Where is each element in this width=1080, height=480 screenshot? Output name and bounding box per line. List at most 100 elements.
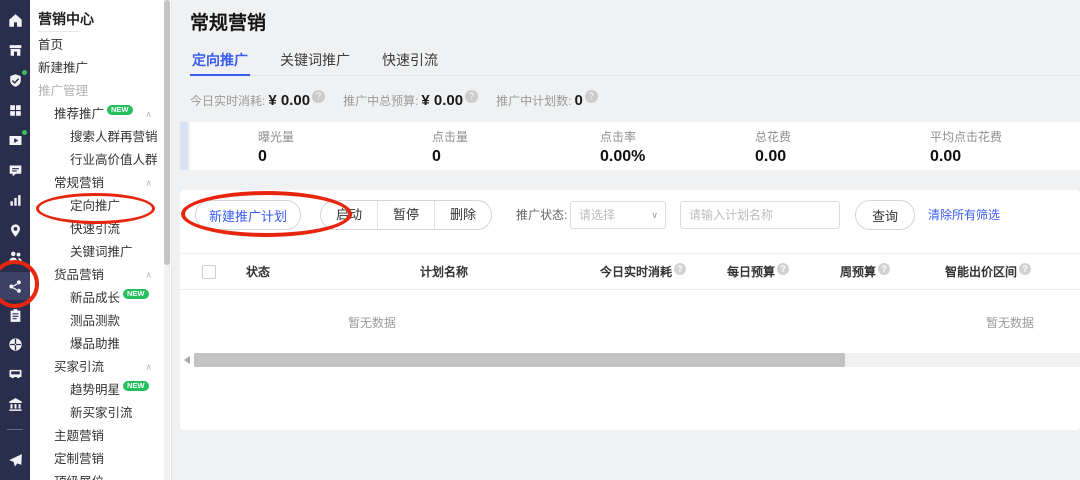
help-icon[interactable]: ? [584,89,598,103]
sidebar-item[interactable]: 快速引流 [30,218,164,241]
help-icon[interactable]: ? [878,263,891,275]
help-icon[interactable]: ? [1019,263,1032,275]
help-icon[interactable]: ? [777,263,790,275]
clipboard-icon[interactable] [0,301,30,329]
summary-label: 推广中计划数: [496,93,572,108]
sidebar-item[interactable]: 关键词推广 [30,241,164,264]
send-icon[interactable] [0,446,30,474]
query-button[interactable]: 查询 [855,200,915,230]
sidebar-item[interactable]: 新建推广 [30,57,164,80]
main-content: 常规营销 定向推广 关键词推广 快速引流 今日实时消耗: ¥ 0.00 ? 推广… [172,0,1080,480]
collapse-caret-icon[interactable]: ∧ [145,264,152,287]
summary-label: 今日实时消耗: [190,93,266,108]
new-badge: NEW [107,105,133,115]
table-header-label: 计划名称 [420,265,469,279]
apps-grid-icon[interactable] [0,96,30,124]
location-pin-icon[interactable] [0,216,30,244]
sidebar-item-label: 趋势明星 [70,383,121,397]
status-select-value: 请选择 [579,208,616,222]
sidebar-item[interactable]: 买家引流 ∧ [30,356,164,379]
table-header-label: 每日预算 [727,265,776,279]
select-all-checkbox[interactable] [202,265,216,279]
sidebar-scrollbar-thumb[interactable] [164,0,170,265]
users-icon[interactable] [0,242,30,270]
app-rail [0,0,30,480]
shop-icon[interactable] [0,36,30,64]
collapse-caret-icon[interactable]: ∧ [145,103,152,126]
sidebar-item[interactable]: 新买家引流 [30,402,164,425]
sidebar-item[interactable]: 爆品助推 [30,333,164,356]
metric-label: 曝光量 [258,130,295,144]
metric-value: 0 [432,148,441,165]
create-plan-button[interactable]: 新建推广计划 [195,200,301,230]
chat-icon[interactable] [0,156,30,184]
sidebar-item[interactable]: 主题营销 [30,425,164,448]
status-select[interactable]: 请选择 ∨ [570,201,666,229]
sidebar-item[interactable]: 常规营销 ∧ [30,172,164,195]
summary-value: ¥ 0.00 [268,91,311,109]
bulk-action-button[interactable]: 暂停 [377,201,434,229]
bulk-action-button[interactable]: 启动 [321,201,377,229]
video-icon[interactable] [0,126,30,154]
share-network-icon[interactable] [0,272,30,300]
sidebar-title: 营销中心 [38,11,94,27]
sidebar-item-label: 推广管理 [38,84,89,98]
sidebar-item[interactable]: 定制营销 [30,448,164,471]
help-icon[interactable]: ? [465,89,479,103]
sidebar-item[interactable]: 行业高价值人群 [30,149,164,172]
chevron-down-icon: ∨ [651,210,658,220]
sidebar-item[interactable]: 搜索人群再营销 [30,126,164,149]
sidebar-item[interactable]: 顶级展位 [30,471,164,480]
tab[interactable]: 快速引流 [380,50,440,75]
table-header-label: 智能出价区间 [945,265,1018,279]
sidebar-item[interactable]: 推广管理 [30,80,164,103]
sidebar-item-label: 搜索人群再营销 [70,130,158,144]
help-icon[interactable]: ? [674,263,687,275]
bar-chart-icon[interactable] [0,186,30,214]
summary-item: 今日实时消耗: ¥ 0.00 ? [190,89,326,109]
tab[interactable]: 关键词推广 [278,50,352,75]
new-badge: NEW [123,381,149,391]
sidebar-item[interactable]: 趋势明星 NEW [30,379,164,402]
sidebar-item[interactable]: 首页 [30,34,164,57]
metric: 点击量 0 [432,128,468,166]
sidebar-item[interactable]: 测品测款 [30,310,164,333]
sidebar-item[interactable]: 定向推广 [30,195,164,218]
sidebar-item-label: 推荐推广 [54,107,105,121]
home-icon[interactable] [0,6,30,34]
empty-state-text: 暂无数据 [986,316,1035,330]
metric: 点击率 0.00% [600,128,645,166]
metric-label: 点击率 [600,130,637,144]
table-header-cell: 周预算? [840,254,891,290]
collapse-caret-icon[interactable]: ∧ [145,356,152,379]
metric-value: 0.00 [930,148,962,165]
horizontal-scrollbar-thumb[interactable] [194,353,845,367]
table-header-cell: 计划名称 [420,254,468,290]
notification-dot [22,70,27,75]
help-icon[interactable]: ? [312,89,326,103]
sidebar-item[interactable]: 货品营销 ∧ [30,264,164,287]
status-filter-label: 推广状态: [516,208,568,222]
shield-check-icon[interactable] [0,66,30,94]
scroll-left-arrow-icon[interactable] [184,356,190,364]
sidebar: 营销中心 首页 新建推广 推广管理 推荐推广 NEW ∧ 搜索人群再营销 行业高… [30,0,172,480]
tab[interactable]: 定向推广 [190,50,250,76]
bank-icon[interactable] [0,390,30,418]
sidebar-item-label: 主题营销 [54,429,105,443]
metrics-card: 曝光量 0 点击量 0 点击率 0.00% 总花费 0.00 平均点击花费 0.… [190,122,1080,170]
globe-icon[interactable] [0,330,30,358]
bulk-action-button[interactable]: 删除 [434,201,491,229]
sidebar-item[interactable]: 新品成长 NEW [30,287,164,310]
sidebar-item[interactable]: 推荐推广 NEW ∧ [30,103,164,126]
metric: 平均点击花费 0.00 [930,128,1002,166]
vehicle-icon[interactable] [0,360,30,388]
plan-name-input[interactable] [680,201,840,229]
summary-stats: 今日实时消耗: ¥ 0.00 ? 推广中总预算: ¥ 0.00 ? 推广中计划数… [190,89,598,110]
clear-filters-link[interactable]: 清除所有筛选 [928,200,1000,230]
summary-item: 推广中计划数: 0 ? [496,89,598,109]
table-header-cell: 每日预算? [727,254,790,290]
sidebar-item-label: 货品营销 [54,268,105,282]
sidebar-menu: 首页 新建推广 推广管理 推荐推广 NEW ∧ 搜索人群再营销 行业高价值人群 … [30,34,164,480]
collapse-caret-icon[interactable]: ∧ [145,172,152,195]
metric-value: 0.00 [755,148,787,165]
